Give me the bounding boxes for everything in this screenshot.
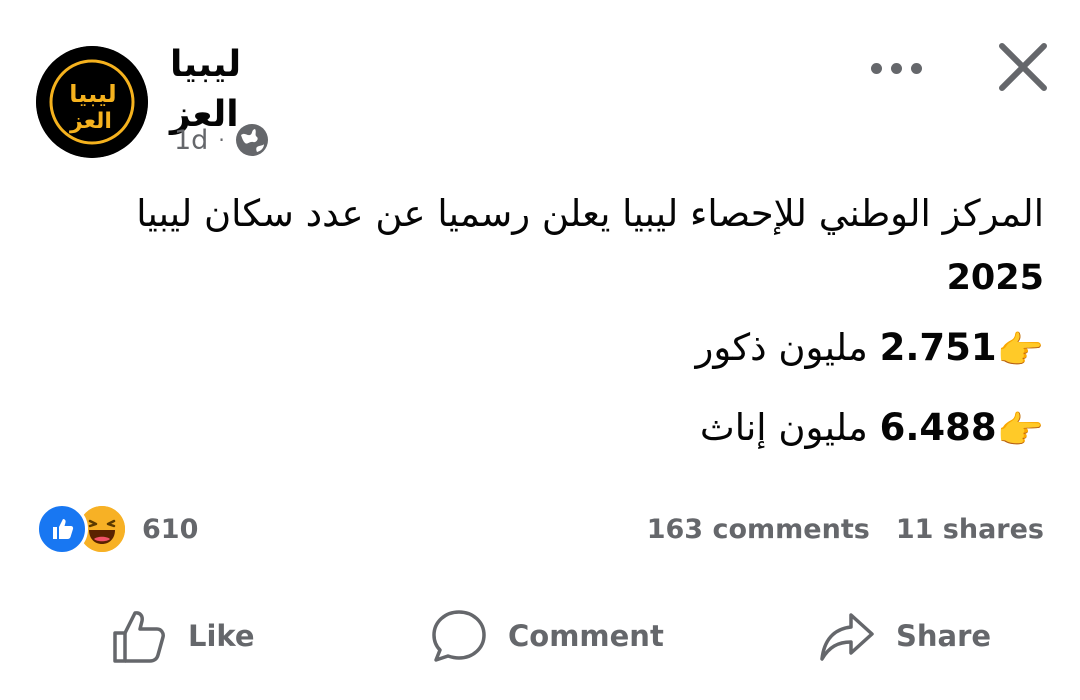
stat-male: 👉2.751 مليون ذكور: [84, 320, 1045, 400]
action-bar: Like Comment Share: [0, 600, 1080, 672]
more-dot-icon: [910, 62, 922, 74]
post-text-line: المركز الوطني للإحصاء ليبيا يعلن رسميا ع…: [136, 192, 1044, 235]
meta-separator: ·: [218, 128, 225, 152]
globe-icon[interactable]: [235, 123, 269, 157]
close-button[interactable]: [994, 38, 1052, 96]
share-button[interactable]: Share: [818, 600, 991, 672]
avatar-text-top: ليبيا: [69, 80, 116, 108]
stat-male-label: مليون ذكور: [695, 326, 868, 369]
engagement-counts: 163 comments 11 shares: [647, 504, 1044, 554]
share-label: Share: [896, 619, 992, 653]
close-icon: [999, 43, 1047, 91]
post-body: المركز الوطني للإحصاء ليبيا يعلن رسميا ع…: [84, 186, 1044, 480]
avatar[interactable]: ليبيا العز: [36, 46, 148, 158]
stat-female: 👉6.488 مليون إناث: [84, 400, 1044, 480]
thumbs-up-icon: [113, 611, 165, 663]
pointing-hand-icon: 👉: [996, 327, 1044, 372]
post-meta: 1d ·: [174, 120, 269, 160]
stat-male-number: 2.751: [879, 326, 997, 369]
shares-count[interactable]: 11 shares: [896, 514, 1044, 545]
pointing-hand-icon: 👉: [996, 407, 1044, 452]
post-year: 2025: [946, 258, 1044, 298]
like-button[interactable]: Like: [110, 600, 255, 672]
page-logo: ليبيا العز: [36, 46, 148, 158]
avatar-text-bottom: العز: [69, 109, 112, 134]
post-time[interactable]: 1d: [174, 125, 208, 156]
reactions-summary[interactable]: 610: [36, 503, 199, 555]
post-screen: ليبيا العز ليبيا العز 1d · المركز الوطني…: [0, 0, 1080, 700]
comment-bubble-icon: [432, 610, 486, 662]
more-dot-icon: [890, 62, 902, 74]
more-dot-icon: [870, 62, 882, 74]
share-arrow-icon: [820, 613, 874, 661]
like-reaction-icon: [36, 503, 88, 555]
page-name[interactable]: ليبيا العز: [170, 40, 320, 135]
comment-label: Comment: [508, 619, 664, 653]
comments-count[interactable]: 163 comments: [647, 514, 870, 545]
comment-button[interactable]: Comment: [430, 600, 664, 672]
stat-female-label: مليون إناث: [699, 406, 868, 449]
more-options-button[interactable]: [860, 46, 932, 90]
stat-female-number: 6.488: [879, 406, 997, 449]
reaction-count: 610: [142, 513, 199, 545]
like-label: Like: [188, 619, 255, 653]
